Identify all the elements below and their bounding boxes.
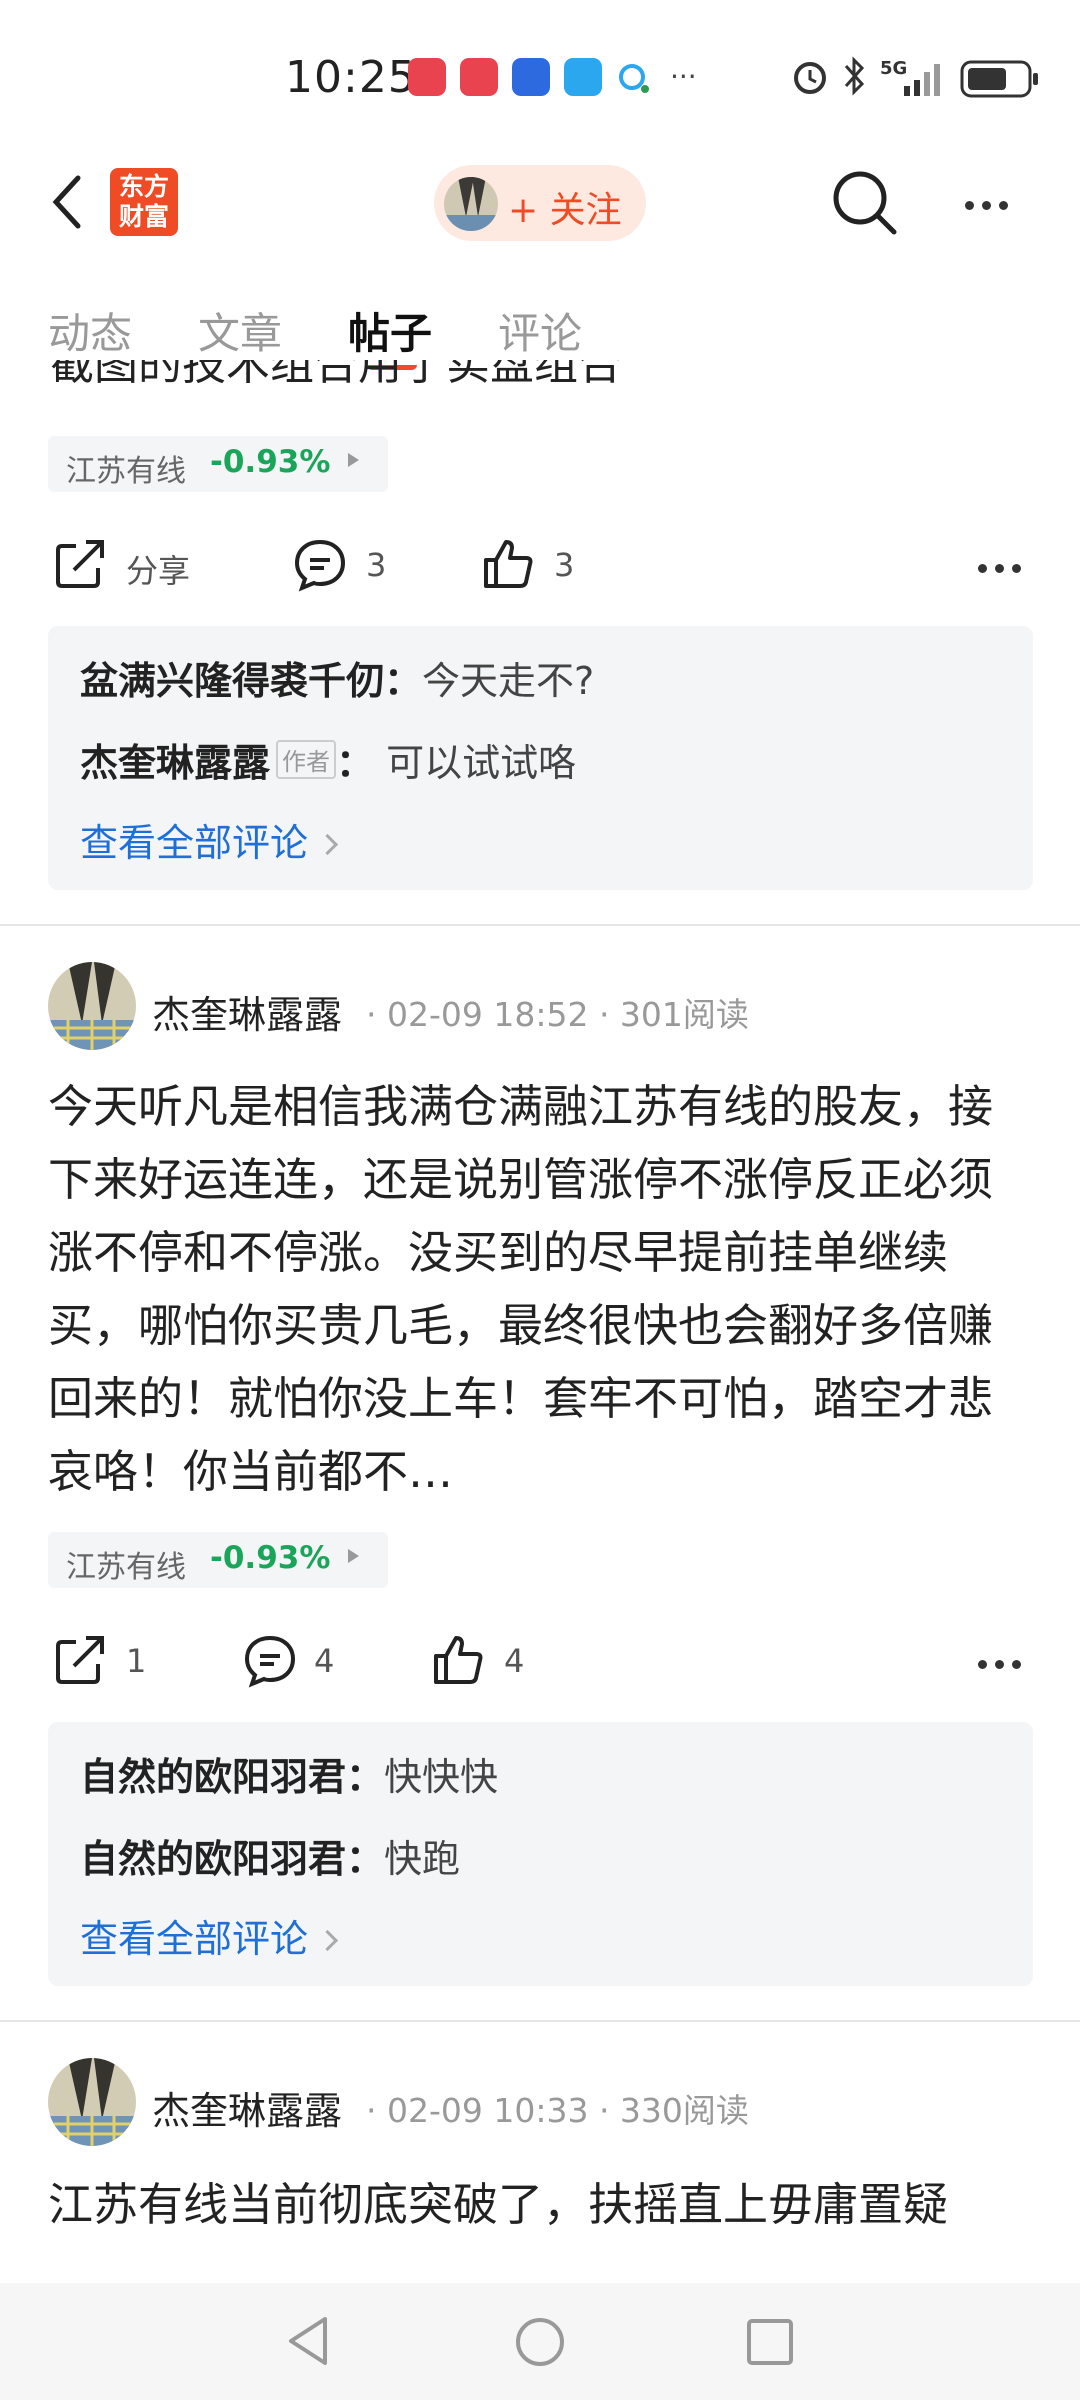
comment-text: 今天走不?: [422, 659, 595, 703]
play-arrow-icon: [348, 453, 359, 467]
back-arrow-icon[interactable]: [48, 172, 88, 232]
stock-tag[interactable]: 江苏有线 -0.93%: [48, 1532, 388, 1588]
avatar[interactable]: [48, 962, 136, 1050]
comment-count: 4: [314, 1642, 335, 1680]
follow-button[interactable]: + 关注: [434, 165, 646, 241]
more-notifications-icon: ···: [670, 60, 697, 93]
divider: [0, 2020, 1080, 2022]
bluetooth-icon: [844, 56, 865, 96]
post-more-icon[interactable]: [978, 558, 1021, 577]
comment-icon[interactable]: [292, 536, 348, 592]
post-header: 杰奎琳露露 · 02-09 18:52 · 301阅读: [48, 962, 1048, 1052]
thumbs-up-icon[interactable]: [430, 1632, 486, 1688]
stock-change: -0.93%: [210, 444, 331, 480]
like-count: 4: [504, 1642, 525, 1680]
comment-text: 快快快: [384, 1755, 499, 1799]
comment-preview: 自然的欧阳羽君：快快快: [80, 1755, 499, 1799]
alarm-icon: [794, 62, 826, 94]
nav-home-icon[interactable]: [513, 2315, 567, 2369]
tab-articles[interactable]: 文章: [198, 300, 282, 361]
post-meta: · 02-09 10:33 · 330阅读: [366, 2091, 749, 2130]
comment-preview: 杰奎琳露露 作者： 可以试试咯: [80, 740, 577, 785]
post-author-name[interactable]: 杰奎琳露露: [152, 984, 342, 1039]
stock-name: 江苏有线: [66, 454, 186, 489]
tab-posts[interactable]: 帖子: [348, 300, 432, 361]
share-label[interactable]: 分享: [126, 546, 190, 592]
status-bar: 10:25 ··· 5G: [0, 0, 1080, 150]
top-bar: 东方 财富 + 关注: [0, 150, 1080, 260]
comment-user[interactable]: 盆满兴隆得裘千仞: [80, 659, 384, 703]
avatar[interactable]: [48, 2058, 136, 2146]
nav-recents-icon[interactable]: [745, 2317, 795, 2367]
divider: [0, 924, 1080, 926]
view-all-comments-link[interactable]: 查看全部评论: [80, 812, 339, 867]
share-icon[interactable]: [52, 536, 108, 592]
comment-icon[interactable]: [242, 1632, 298, 1688]
thumbs-up-icon[interactable]: [480, 536, 536, 592]
follow-label: + 关注: [508, 190, 622, 231]
comment-preview: 自然的欧阳羽君：快跑: [80, 1837, 461, 1881]
post-header: 杰奎琳露露 · 02-09 10:33 · 330阅读: [48, 2058, 1048, 2148]
tab-activity[interactable]: 动态: [48, 300, 132, 361]
comment-count: 3: [366, 546, 387, 584]
battery-icon: [960, 60, 1038, 98]
comment-preview: 盆满兴隆得裘千仞：今天走不?: [80, 659, 595, 703]
status-time: 10:25: [285, 52, 417, 103]
avatar: [444, 177, 498, 231]
chat-app-icon: [564, 58, 602, 96]
more-options-icon[interactable]: [965, 195, 1008, 214]
comment-preview-box[interactable]: 盆满兴隆得裘千仞：今天走不? 杰奎琳露露 作者： 可以试试咯 查看全部评论: [48, 626, 1033, 890]
post-action-bar: 分享 3 3: [0, 528, 1080, 598]
message-notification-icon: [619, 64, 649, 93]
chevron-right-icon: [316, 1929, 339, 1952]
logo-text-top: 东方: [118, 172, 169, 201]
partial-post-text: 截图的技术组合用了实盘组合: [50, 360, 622, 390]
like-count: 3: [554, 546, 575, 584]
share-count: 1: [126, 1642, 147, 1680]
signal-icon: [904, 64, 940, 96]
view-all-comments-link[interactable]: 查看全部评论: [80, 1908, 339, 1963]
stock-tag[interactable]: 江苏有线 -0.93%: [48, 436, 388, 492]
tab-comments[interactable]: 评论: [498, 300, 582, 361]
post-body[interactable]: 今天听凡是相信我满仓满融江苏有线的股友，接下来好运连连，还是说别管涨停不涨停反正…: [48, 1070, 1033, 1508]
stock-change: -0.93%: [210, 1540, 331, 1576]
post-author-name[interactable]: 杰奎琳露露: [152, 2080, 342, 2135]
system-navigation-bar: [0, 2283, 1080, 2400]
comment-preview-box[interactable]: 自然的欧阳羽君：快快快 自然的欧阳羽君：快跑 查看全部评论: [48, 1722, 1033, 1986]
post-action-bar: 1 4 4: [0, 1624, 1080, 1694]
tab-bar: 动态 文章 帖子 评论: [0, 290, 1080, 370]
stock-name: 江苏有线: [66, 1550, 186, 1585]
comment-text: 快跑: [384, 1837, 461, 1881]
eastmoney-logo: 东方 财富: [110, 168, 178, 236]
logo-text-bottom: 财富: [118, 202, 169, 231]
huawei-app-icon: [408, 58, 446, 96]
post-more-icon[interactable]: [978, 1654, 1021, 1673]
post-body[interactable]: 江苏有线当前彻底突破了，扶摇直上毋庸置疑: [48, 2168, 1033, 2283]
chevron-right-icon: [316, 833, 339, 856]
comment-user[interactable]: 杰奎琳露露: [80, 741, 270, 785]
shield-app-icon: [512, 58, 550, 96]
huawei-app-icon: [460, 58, 498, 96]
comment-user[interactable]: 自然的欧阳羽君: [80, 1837, 346, 1881]
share-icon[interactable]: [52, 1632, 108, 1688]
post-meta: · 02-09 18:52 · 301阅读: [366, 995, 749, 1034]
author-badge: 作者: [276, 740, 337, 779]
comment-user[interactable]: 自然的欧阳羽君: [80, 1755, 346, 1799]
search-icon[interactable]: [830, 168, 900, 238]
comment-text: 可以试试咯: [386, 741, 577, 785]
nav-back-icon[interactable]: [283, 2313, 333, 2369]
play-arrow-icon: [348, 1549, 359, 1563]
